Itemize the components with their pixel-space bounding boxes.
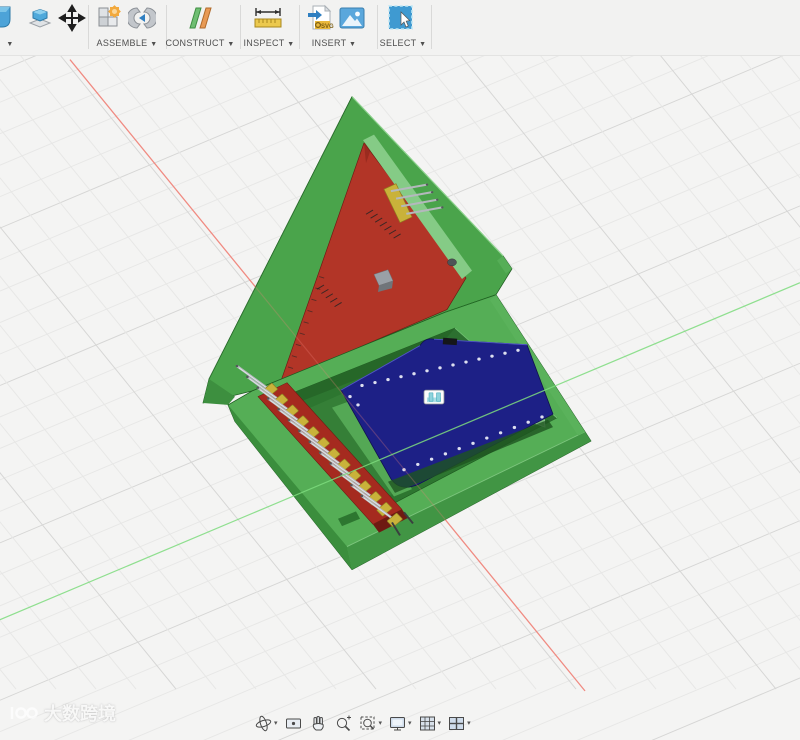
press-pull-icon[interactable] <box>26 4 54 32</box>
ribbon-toolbar: ▼ ASSEMBLE ▼ <box>0 0 800 56</box>
insert-panel-label[interactable]: INSERT ▼ <box>305 38 363 48</box>
construction-plane-icon[interactable] <box>184 4 216 32</box>
viewports-button[interactable]: ▾ <box>445 713 473 734</box>
grid-and-snaps-button[interactable]: ▾ <box>416 713 444 734</box>
view-navigation-bar: ▾ ▾ <box>252 711 473 735</box>
insert-image-icon[interactable] <box>338 4 366 32</box>
fit-button[interactable]: ▾ <box>357 713 385 734</box>
dropdown-arrow: ▾ <box>274 719 278 727</box>
toolbar-divider <box>299 5 300 49</box>
new-component-icon[interactable] <box>96 4 124 32</box>
fillet-icon[interactable] <box>0 4 20 32</box>
dropdown-arrow: ▼ <box>287 41 294 48</box>
insert-svg-icon[interactable]: SVG <box>306 4 334 32</box>
fusion-app-window: ▼ ASSEMBLE ▼ <box>0 0 800 740</box>
dropdown-arrow: ▾ <box>467 719 471 727</box>
pan-button[interactable] <box>307 713 330 734</box>
dropdown-arrow: ▼ <box>419 41 426 48</box>
look-at-button[interactable] <box>282 713 305 734</box>
inspect-panel-label[interactable]: INSPECT ▼ <box>240 38 298 48</box>
zoom-button[interactable] <box>332 713 355 734</box>
assemble-panel-label[interactable]: ASSEMBLE ▼ <box>88 38 166 48</box>
model-viewport[interactable] <box>0 55 800 740</box>
svg-text:SVG: SVG <box>321 24 334 30</box>
pcb-mount-hole <box>448 259 457 266</box>
display-settings-button[interactable]: ▾ <box>386 713 414 734</box>
select-panel-label[interactable]: SELECT ▼ <box>375 38 431 48</box>
dropdown-arrow: ▾ <box>438 719 442 727</box>
dropdown-arrow: ▾ <box>408 719 412 727</box>
move-icon[interactable] <box>58 4 86 32</box>
modify-panel-label[interactable]: ▼ <box>0 38 20 48</box>
board-black-component <box>443 338 457 345</box>
dropdown-arrow: ▼ <box>227 41 234 48</box>
dropdown-arrow: ▼ <box>6 41 13 48</box>
dropdown-arrow: ▾ <box>379 719 383 727</box>
select-icon[interactable] <box>386 4 416 32</box>
joint-icon[interactable] <box>128 4 156 32</box>
dropdown-arrow: ▼ <box>150 41 157 48</box>
measure-icon[interactable] <box>252 4 284 32</box>
orbit-button[interactable]: ▾ <box>252 713 280 734</box>
toolbar-divider <box>431 5 432 49</box>
construct-panel-label[interactable]: CONSTRUCT ▼ <box>162 38 238 48</box>
white-component-badge <box>424 390 444 404</box>
dropdown-arrow: ▼ <box>349 41 356 48</box>
